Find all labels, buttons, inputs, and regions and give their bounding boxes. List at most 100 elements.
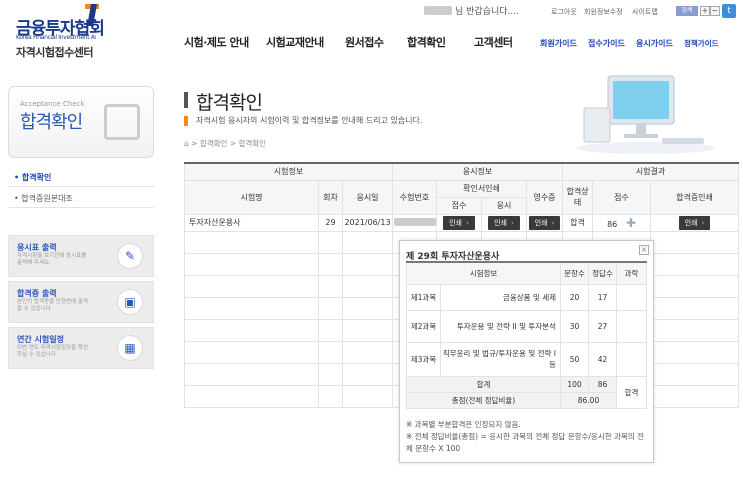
gnb-textbook[interactable]: 시험교재안내 [266, 34, 324, 50]
score-detail-popup: 제 29회 투자자산운용사 × 시험정보 문항수 정답수 과락 제1과목 금융상… [399, 240, 654, 463]
chevron-right-icon: › [701, 218, 705, 227]
cell-subject-name: 금융상품 및 세제 [440, 283, 561, 311]
print-receipt-button[interactable]: 인쇄 › [528, 215, 561, 230]
chevron-right-icon: › [511, 218, 514, 227]
pth-questions: 문항수 [560, 261, 589, 285]
cell-exam-name: 투자자산운용사 [184, 213, 319, 232]
th-group-exam: 시험정보 [184, 162, 393, 181]
user-name-blurred [424, 6, 452, 15]
logout-link[interactable]: 로그아웃 [551, 7, 577, 17]
th-score: 점수 [592, 179, 651, 215]
cell-correct: 17 [588, 283, 617, 311]
zoom-in-button[interactable]: + [700, 6, 710, 16]
cell-rate: 86.00 [560, 391, 617, 409]
th-receipt: 영수증 [526, 179, 563, 215]
calendar-icon: ▦ [117, 335, 143, 361]
print-exam-button[interactable]: 인쇄 › [488, 215, 520, 230]
search-button[interactable]: 검색 [676, 6, 698, 16]
print-cert-button[interactable]: 인쇄 › [678, 215, 711, 230]
th-exam-name: 시험명 [184, 179, 319, 215]
cell-print-exam: 인쇄 › [481, 213, 527, 232]
home-icon[interactable]: ⌂ [184, 139, 189, 148]
cell-date: 2021/06/13 [342, 213, 393, 232]
cell-fail [616, 283, 647, 311]
computer-illustration-icon [576, 75, 716, 154]
quick-member-guide[interactable]: 회원가이드 [540, 38, 577, 49]
close-icon[interactable]: × [639, 245, 649, 255]
page-title: 합격확인 [196, 92, 263, 114]
promo-title: 합격증 출력 [17, 289, 57, 298]
cell-subject: 제2과목 [406, 309, 441, 343]
pth-exam-info: 시험정보 [406, 261, 561, 285]
zoom-out-button[interactable]: − [710, 6, 720, 16]
cell-questions: 20 [560, 283, 589, 311]
th-sub-exam: 응시 [481, 196, 527, 215]
th-group-apply: 응시정보 [392, 162, 563, 181]
gnb-exam-guide[interactable]: 시험·제도 안내 [184, 34, 249, 50]
plus-icon[interactable]: ✚ [626, 216, 636, 230]
desc-marker [184, 116, 188, 126]
logo-subtitle: Korea Financial Investment Association [16, 34, 96, 41]
sidebar-item-label: 합격증원본대조 [21, 194, 73, 203]
cell-print-accept: 인쇄 › [436, 213, 482, 232]
promo-cert-print[interactable]: 합격증 출력 본인의 합격증을 단한번에 출력할 수 있습니다. ▣ [8, 281, 154, 323]
exam-no-blurred [393, 217, 436, 226]
page-description: 자격시험 응시자의 시험이력 및 합격정보를 안내해 드리고 있습니다. [196, 116, 423, 125]
cell-total-questions: 100 [560, 375, 589, 393]
table-row-total: 합계 100 86 합격 [406, 375, 647, 409]
sidebar-item-pass-check[interactable]: • 합격확인 [14, 172, 51, 183]
gnb-customer-center[interactable]: 고객센터 [474, 34, 513, 50]
gnb-pass-check[interactable]: 합격확인 [407, 34, 446, 50]
cell-receipt: 인쇄 › [526, 213, 563, 232]
cell-exam-no [392, 213, 437, 232]
cell-subject: 제3과목 [406, 341, 441, 377]
quick-policy-guide[interactable]: 정책가이드 [684, 38, 719, 49]
th-group-result: 시험결과 [562, 162, 739, 181]
twitter-icon[interactable]: t [722, 4, 736, 18]
promo-desc: 자격시험을 보기전에 응시표를 출력해 주세요. [17, 253, 87, 266]
th-pass-status: 합격상태 [562, 179, 593, 215]
cell-total-label: 합계 [406, 375, 561, 393]
promo-title: 연간 시험일정 [17, 335, 64, 344]
quick-apply-guide[interactable]: 접수가이드 [588, 38, 625, 49]
table-row: 제2과목 투자운용 및 전략 II 및 투자분석 30 27 [406, 309, 647, 343]
sitemap-link[interactable]: 사이트맵 [632, 7, 658, 17]
edit-profile-link[interactable]: 회원정보수정 [584, 7, 623, 17]
cell-pass-status: 합격 [562, 213, 593, 232]
cell-cert: 인쇄 › [650, 213, 739, 232]
document-icon [104, 104, 140, 140]
table-row: 투자자산운용사 29 2021/06/13 인쇄 › 인쇄 › 인쇄 › 합격 86 … [184, 213, 739, 232]
cell-fail [616, 309, 647, 343]
cell-correct: 27 [588, 309, 617, 343]
pth-correct: 정답수 [588, 261, 617, 285]
th-cert-print: 합격증인쇄 [650, 179, 739, 215]
breadcrumb: ⌂ > 합격확인 > 합격확인 [184, 138, 266, 149]
score-value: 86 [607, 219, 618, 229]
gnb-application[interactable]: 원서접수 [345, 34, 384, 50]
cell-round: 29 [318, 213, 343, 232]
cell-questions: 30 [560, 309, 589, 343]
sidebar-item-cert-verify[interactable]: • 합격증원본대조 [14, 193, 73, 204]
sidebar-item-label: 합격확인 [21, 173, 52, 182]
center-name: 자격시험접수센터 [16, 46, 93, 59]
cell-score: 86 ✚ [592, 213, 651, 232]
cell-questions: 50 [560, 341, 589, 377]
sidebar-title-en: Acceptance Check [20, 100, 85, 108]
popup-score-table: 시험정보 문항수 정답수 과락 제1과목 금융상품 및 세제 20 17 제2과… [406, 261, 647, 409]
quick-exam-guide[interactable]: 응시가이드 [636, 38, 673, 49]
sidebar-title: 합격확인 [20, 112, 83, 133]
th-sub-accept: 접수 [436, 196, 482, 215]
sidebar-divider [8, 186, 154, 187]
promo-annual-schedule[interactable]: 연간 시험일정 이번 연도 자격시험일정을 확인하실 수 있습니다. ▦ [8, 327, 154, 369]
th-exam-no: 수험번호 [392, 179, 437, 215]
breadcrumb-text: > 합격확인 > 합격확인 [191, 139, 267, 148]
table-row-rate: 총점(전체 정답비율) 86.00 [406, 391, 647, 409]
cell-subject-name: 투자운용 및 전략 II 및 투자분석 [440, 309, 561, 343]
print-accept-button[interactable]: 인쇄 › [443, 215, 475, 230]
cell-correct: 42 [588, 341, 617, 377]
th-date: 응시일 [342, 179, 393, 215]
promo-ticket-print[interactable]: 응시표 출력 자격시험을 보기전에 응시표를 출력해 주세요. ✎ [8, 235, 154, 277]
welcome-text: 님 반갑습니다.... [455, 7, 519, 17]
table-row: 제1과목 금융상품 및 세제 20 17 [406, 283, 647, 311]
table-row: 제3과목 직무윤리 및 법규/투자운용 및 전략 I 등 50 42 [406, 341, 647, 377]
